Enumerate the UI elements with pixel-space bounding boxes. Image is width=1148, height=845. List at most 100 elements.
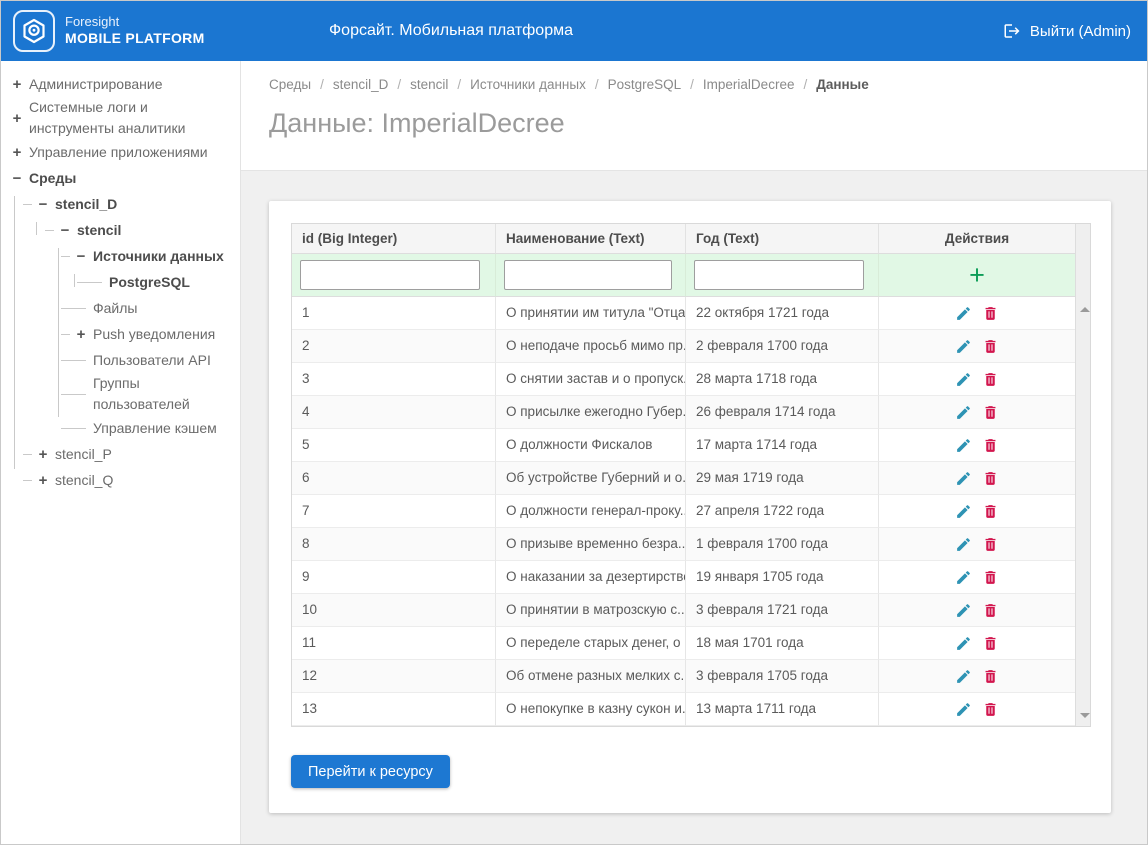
sidebar-item-administration[interactable]: +Администрирование (1, 71, 240, 97)
expand-plus-icon[interactable]: + (9, 108, 25, 129)
scroll-down-arrow[interactable] (1076, 708, 1093, 722)
sidebar-item-label: Системные логи и инструменты аналитики (29, 97, 240, 139)
scroll-up-arrow[interactable] (1076, 302, 1093, 316)
sidebar-item-data-sources[interactable]: −Источники данных (1, 243, 240, 269)
cell-actions (879, 528, 1075, 561)
delete-trash-icon[interactable] (982, 437, 999, 454)
delete-trash-icon[interactable] (982, 536, 999, 553)
sidebar-item-stencil-p[interactable]: +stencil_P (1, 441, 240, 467)
cell-year: 29 мая 1719 года (686, 462, 879, 495)
cell-name: О присылке ежегодно Губер... (496, 396, 686, 429)
table-row: 8О призыве временно безра...1 февраля 17… (292, 528, 1075, 561)
expand-plus-icon[interactable]: + (35, 444, 51, 465)
cell-actions (879, 297, 1075, 330)
tree-connector-line (61, 428, 86, 429)
sidebar-item-cache-management[interactable]: Управление кэшем (1, 415, 240, 441)
edit-pencil-icon[interactable] (955, 338, 972, 355)
cell-id: 1 (292, 297, 496, 330)
cell-actions (879, 627, 1075, 660)
data-table: id (Big Integer) Наименование (Text) Год… (291, 223, 1091, 727)
breadcrumb-separator: / (690, 77, 694, 92)
breadcrumb-item[interactable]: stencil_D (333, 77, 389, 92)
sidebar-item-system-logs[interactable]: +Системные логи и инструменты аналитики (1, 97, 240, 139)
edit-pencil-icon[interactable] (955, 569, 972, 586)
sidebar-item-postgresql[interactable]: PostgreSQL (1, 269, 240, 295)
delete-trash-icon[interactable] (982, 635, 999, 652)
table-row: 7О должности генерал-проку...27 апреля 1… (292, 495, 1075, 528)
edit-pencil-icon[interactable] (955, 404, 972, 421)
sidebar-item-stencil-q[interactable]: +stencil_Q (1, 467, 240, 493)
edit-pencil-icon[interactable] (955, 305, 972, 322)
delete-trash-icon[interactable] (982, 668, 999, 685)
edit-pencil-icon[interactable] (955, 437, 972, 454)
expand-plus-icon[interactable]: + (9, 142, 25, 163)
sidebar-item-stencil-d[interactable]: −stencil_D (1, 191, 240, 217)
delete-trash-icon[interactable] (982, 371, 999, 388)
breadcrumb-separator: / (320, 77, 324, 92)
table-row: 10О принятии в матрозскую с...3 февраля … (292, 594, 1075, 627)
delete-trash-icon[interactable] (982, 470, 999, 487)
sidebar-item-label: Группы пользователей (93, 373, 240, 415)
expand-plus-icon[interactable]: + (73, 324, 89, 345)
breadcrumb-item[interactable]: PostgreSQL (608, 77, 682, 92)
sidebar-item-api-users[interactable]: Пользователи API (1, 347, 240, 373)
cell-id: 9 (292, 561, 496, 594)
cell-id: 5 (292, 429, 496, 462)
sidebar-item-label: stencil_Q (55, 470, 121, 491)
logout-button[interactable]: Выйти (Admin) (1003, 1, 1131, 61)
edit-pencil-icon[interactable] (955, 536, 972, 553)
column-header-year[interactable]: Год (Text) (686, 224, 879, 254)
tree-connector-line (61, 308, 86, 309)
cell-year: 19 января 1705 года (686, 561, 879, 594)
edit-pencil-icon[interactable] (955, 668, 972, 685)
edit-pencil-icon[interactable] (955, 371, 972, 388)
cell-year: 26 февраля 1714 года (686, 396, 879, 429)
cell-year: 22 октября 1721 года (686, 297, 879, 330)
edit-pencil-icon[interactable] (955, 503, 972, 520)
breadcrumb-item[interactable]: stencil (410, 77, 448, 92)
delete-trash-icon[interactable] (982, 305, 999, 322)
breadcrumb-item[interactable]: ImperialDecree (703, 77, 795, 92)
sidebar-item-files[interactable]: Файлы (1, 295, 240, 321)
delete-trash-icon[interactable] (982, 569, 999, 586)
collapse-minus-icon[interactable]: − (73, 246, 89, 267)
sidebar-item-user-groups[interactable]: Группы пользователей (1, 373, 240, 415)
logo-text-line1: Foresight (65, 14, 205, 30)
collapse-minus-icon[interactable]: − (57, 220, 73, 241)
cell-actions (879, 396, 1075, 429)
sidebar-nav-tree: +Администрирование+Системные логи и инст… (1, 61, 241, 844)
sidebar-item-environments[interactable]: −Среды (1, 165, 240, 191)
delete-trash-icon[interactable] (982, 503, 999, 520)
delete-trash-icon[interactable] (982, 404, 999, 421)
delete-trash-icon[interactable] (982, 602, 999, 619)
sidebar-item-label: Файлы (93, 298, 145, 319)
edit-pencil-icon[interactable] (955, 635, 972, 652)
expand-plus-icon[interactable]: + (9, 74, 25, 95)
sidebar-item-label: Пользователи API (93, 350, 219, 371)
breadcrumb-item: Данные (816, 77, 868, 92)
edit-pencil-icon[interactable] (955, 602, 972, 619)
table-scrollbar[interactable] (1075, 224, 1090, 726)
breadcrumb-item[interactable]: Источники данных (470, 77, 586, 92)
delete-trash-icon[interactable] (982, 338, 999, 355)
sidebar-item-app-management[interactable]: +Управление приложениями (1, 139, 240, 165)
cell-id: 11 (292, 627, 496, 660)
cell-actions (879, 594, 1075, 627)
collapse-minus-icon[interactable]: − (9, 168, 25, 189)
add-row-button[interactable]: + (969, 262, 985, 289)
expand-plus-icon[interactable]: + (35, 470, 51, 491)
filter-input-year[interactable] (694, 260, 864, 290)
go-to-resource-button[interactable]: Перейти к ресурсу (291, 755, 450, 788)
cell-id: 6 (292, 462, 496, 495)
edit-pencil-icon[interactable] (955, 470, 972, 487)
sidebar-item-push-notifications[interactable]: +Push уведомления (1, 321, 240, 347)
collapse-minus-icon[interactable]: − (35, 194, 51, 215)
cell-year: 28 марта 1718 года (686, 363, 879, 396)
delete-trash-icon[interactable] (982, 701, 999, 718)
column-header-name[interactable]: Наименование (Text) (496, 224, 686, 254)
column-header-id[interactable]: id (Big Integer) (292, 224, 496, 254)
edit-pencil-icon[interactable] (955, 701, 972, 718)
filter-input-id[interactable] (300, 260, 480, 290)
breadcrumb-item[interactable]: Среды (269, 77, 311, 92)
filter-input-name[interactable] (504, 260, 672, 290)
